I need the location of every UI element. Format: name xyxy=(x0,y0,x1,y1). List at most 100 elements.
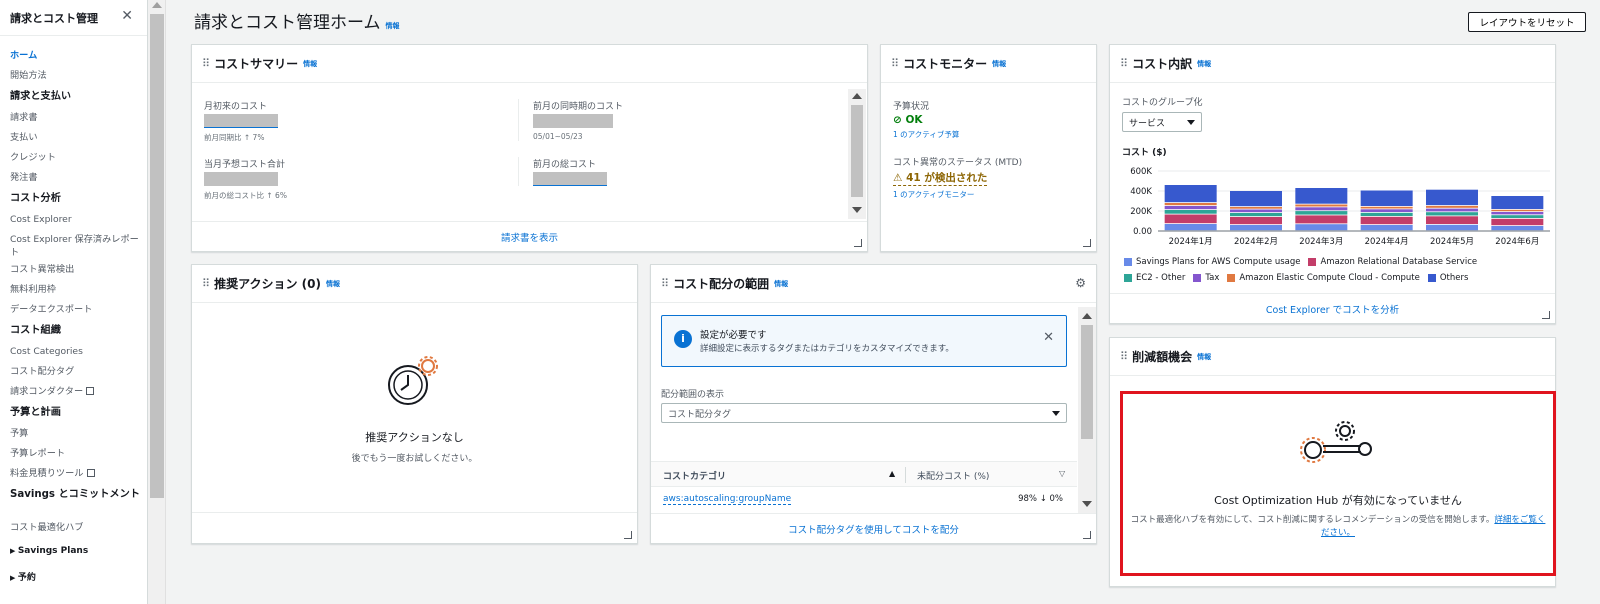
allocate-with-tags-link[interactable]: コスト配分タグを使用してコストを配分 xyxy=(651,513,1096,543)
sidebar-item[interactable]: Cost Categories xyxy=(10,342,147,362)
bar-segment[interactable] xyxy=(1426,224,1478,231)
info-link[interactable]: 情報 xyxy=(303,59,317,69)
settings-gear-icon[interactable]: ⚙ xyxy=(1075,276,1086,290)
sidebar-item[interactable]: コスト最適化ハブ xyxy=(10,518,147,538)
sidebar-item[interactable]: 予算 xyxy=(10,424,147,444)
bar-segment[interactable] xyxy=(1360,225,1413,231)
active-monitors-link[interactable]: 1 のアクティブモニター xyxy=(893,189,1022,200)
scroll-thumb[interactable] xyxy=(1081,325,1093,439)
bar-segment[interactable] xyxy=(1230,207,1282,209)
legend-item[interactable]: Amazon Relational Database Service xyxy=(1308,255,1477,269)
bar-segment[interactable] xyxy=(1164,224,1217,231)
sidebar-item[interactable]: 料金見積りツール xyxy=(10,464,147,484)
bar-segment[interactable] xyxy=(1164,185,1217,203)
bar-segment[interactable] xyxy=(1295,204,1348,207)
scroll-down-icon[interactable] xyxy=(1082,501,1092,507)
sidebar-item[interactable]: 無料利用枠 xyxy=(10,280,147,300)
bar-segment[interactable] xyxy=(1295,188,1348,204)
bar-segment[interactable] xyxy=(1426,205,1478,208)
drag-handle-icon[interactable]: ⠿ xyxy=(202,277,210,290)
legend-item[interactable]: Tax xyxy=(1193,271,1219,285)
sidebar-item[interactable]: ▶ Savings Plans xyxy=(10,538,147,565)
sidebar-item[interactable]: 請求書 xyxy=(10,108,147,128)
resize-handle-icon[interactable] xyxy=(1542,311,1550,319)
legend-item[interactable]: Others xyxy=(1427,271,1468,285)
bar-segment[interactable] xyxy=(1230,213,1282,217)
close-icon[interactable]: ✕ xyxy=(1043,330,1054,345)
allocation-scrollbar[interactable] xyxy=(1078,307,1096,513)
group-by-select[interactable]: サービス xyxy=(1122,112,1202,132)
resize-handle-icon[interactable] xyxy=(854,239,862,247)
sidebar-item[interactable]: Cost Explorer xyxy=(10,210,147,230)
sidebar-item[interactable]: コスト配分タグ xyxy=(10,362,147,382)
sort-ascending-icon[interactable]: ▲ xyxy=(889,469,895,478)
view-bills-link[interactable]: 請求書を表示 xyxy=(192,221,867,251)
info-link[interactable]: 情報 xyxy=(326,279,340,289)
resize-handle-icon[interactable] xyxy=(1083,239,1091,247)
bar-segment[interactable] xyxy=(1230,217,1282,225)
sidebar-item[interactable]: クレジット xyxy=(10,148,147,168)
page-info-link[interactable]: 情報 xyxy=(386,22,400,30)
bar-segment[interactable] xyxy=(1360,206,1413,209)
resize-handle-icon[interactable] xyxy=(1083,531,1091,539)
bar-segment[interactable] xyxy=(1360,212,1413,216)
legend-item[interactable]: EC2 - Other xyxy=(1124,271,1185,285)
bar-segment[interactable] xyxy=(1295,207,1348,211)
bar-segment[interactable] xyxy=(1491,218,1544,226)
sidebar-item[interactable]: データエクスポート xyxy=(10,300,147,320)
drag-handle-icon[interactable]: ⠿ xyxy=(891,57,899,70)
sidebar-item[interactable]: 請求コンダクター xyxy=(10,382,147,402)
bar-segment[interactable] xyxy=(1164,203,1217,206)
reset-layout-button[interactable]: レイアウトをリセット xyxy=(1468,12,1586,32)
bar-segment[interactable] xyxy=(1230,191,1282,207)
scroll-up-icon[interactable] xyxy=(1082,313,1092,319)
mtd-cost-value-redacted[interactable] xyxy=(204,114,278,128)
scroll-up-icon[interactable] xyxy=(852,93,862,99)
last-month-value-redacted[interactable] xyxy=(533,172,607,186)
sidebar-item[interactable]: ▶ 予約 xyxy=(10,565,147,592)
bar-segment[interactable] xyxy=(1426,208,1478,212)
legend-item[interactable]: Savings Plans for AWS Compute usage xyxy=(1124,255,1300,269)
info-link[interactable]: 情報 xyxy=(1197,352,1211,362)
bar-segment[interactable] xyxy=(1426,189,1478,206)
column-header-category[interactable]: コストカテゴリ xyxy=(663,469,726,482)
sidebar-item[interactable]: 開始方法 xyxy=(10,66,147,86)
legend-item[interactable]: Amazon Elastic Compute Cloud - Compute xyxy=(1227,271,1420,285)
sidebar-item[interactable]: ホーム xyxy=(10,46,147,66)
info-link[interactable]: 情報 xyxy=(1197,59,1211,69)
bar-segment[interactable] xyxy=(1164,206,1217,210)
anomaly-status-value[interactable]: ⚠ 41 が検出された xyxy=(893,170,988,186)
scroll-thumb[interactable] xyxy=(150,14,164,498)
sidebar-item[interactable]: 予算レポート xyxy=(10,444,147,464)
bar-segment[interactable] xyxy=(1164,210,1217,214)
bar-segment[interactable] xyxy=(1491,209,1544,212)
resize-handle-icon[interactable] xyxy=(624,531,632,539)
bar-segment[interactable] xyxy=(1360,209,1413,212)
bar-segment[interactable] xyxy=(1295,211,1348,215)
sidebar-item[interactable]: 発注書 xyxy=(10,168,147,188)
drag-handle-icon[interactable]: ⠿ xyxy=(1120,57,1128,70)
sidebar-item[interactable]: コスト異常検出 xyxy=(10,260,147,280)
scope-select[interactable]: コスト配分タグ xyxy=(661,403,1067,423)
bar-segment[interactable] xyxy=(1164,214,1217,224)
bar-segment[interactable] xyxy=(1491,196,1544,209)
bar-segment[interactable] xyxy=(1426,216,1478,224)
drag-handle-icon[interactable]: ⠿ xyxy=(661,277,669,290)
bar-segment[interactable] xyxy=(1230,209,1282,213)
drag-handle-icon[interactable]: ⠿ xyxy=(1120,350,1128,363)
bar-segment[interactable] xyxy=(1491,212,1544,215)
bar-segment[interactable] xyxy=(1230,225,1282,231)
sidebar-item[interactable]: Cost Explorer 保存済みレポート xyxy=(10,230,147,260)
sort-icon[interactable]: ▽ xyxy=(1059,469,1065,478)
scroll-down-icon[interactable] xyxy=(852,207,862,213)
info-link[interactable]: 情報 xyxy=(774,279,788,289)
bar-segment[interactable] xyxy=(1426,212,1478,216)
scroll-thumb[interactable] xyxy=(851,105,863,197)
drag-handle-icon[interactable]: ⠿ xyxy=(202,57,210,70)
summary-scrollbar[interactable] xyxy=(848,89,866,219)
bar-segment[interactable] xyxy=(1491,226,1544,231)
row-category-link[interactable]: aws:autoscaling:groupName xyxy=(663,494,792,505)
sidebar-scrollbar[interactable] xyxy=(148,0,166,604)
analyze-in-cost-explorer-link[interactable]: Cost Explorer でコストを分析 xyxy=(1110,293,1555,323)
bar-segment[interactable] xyxy=(1491,215,1544,218)
